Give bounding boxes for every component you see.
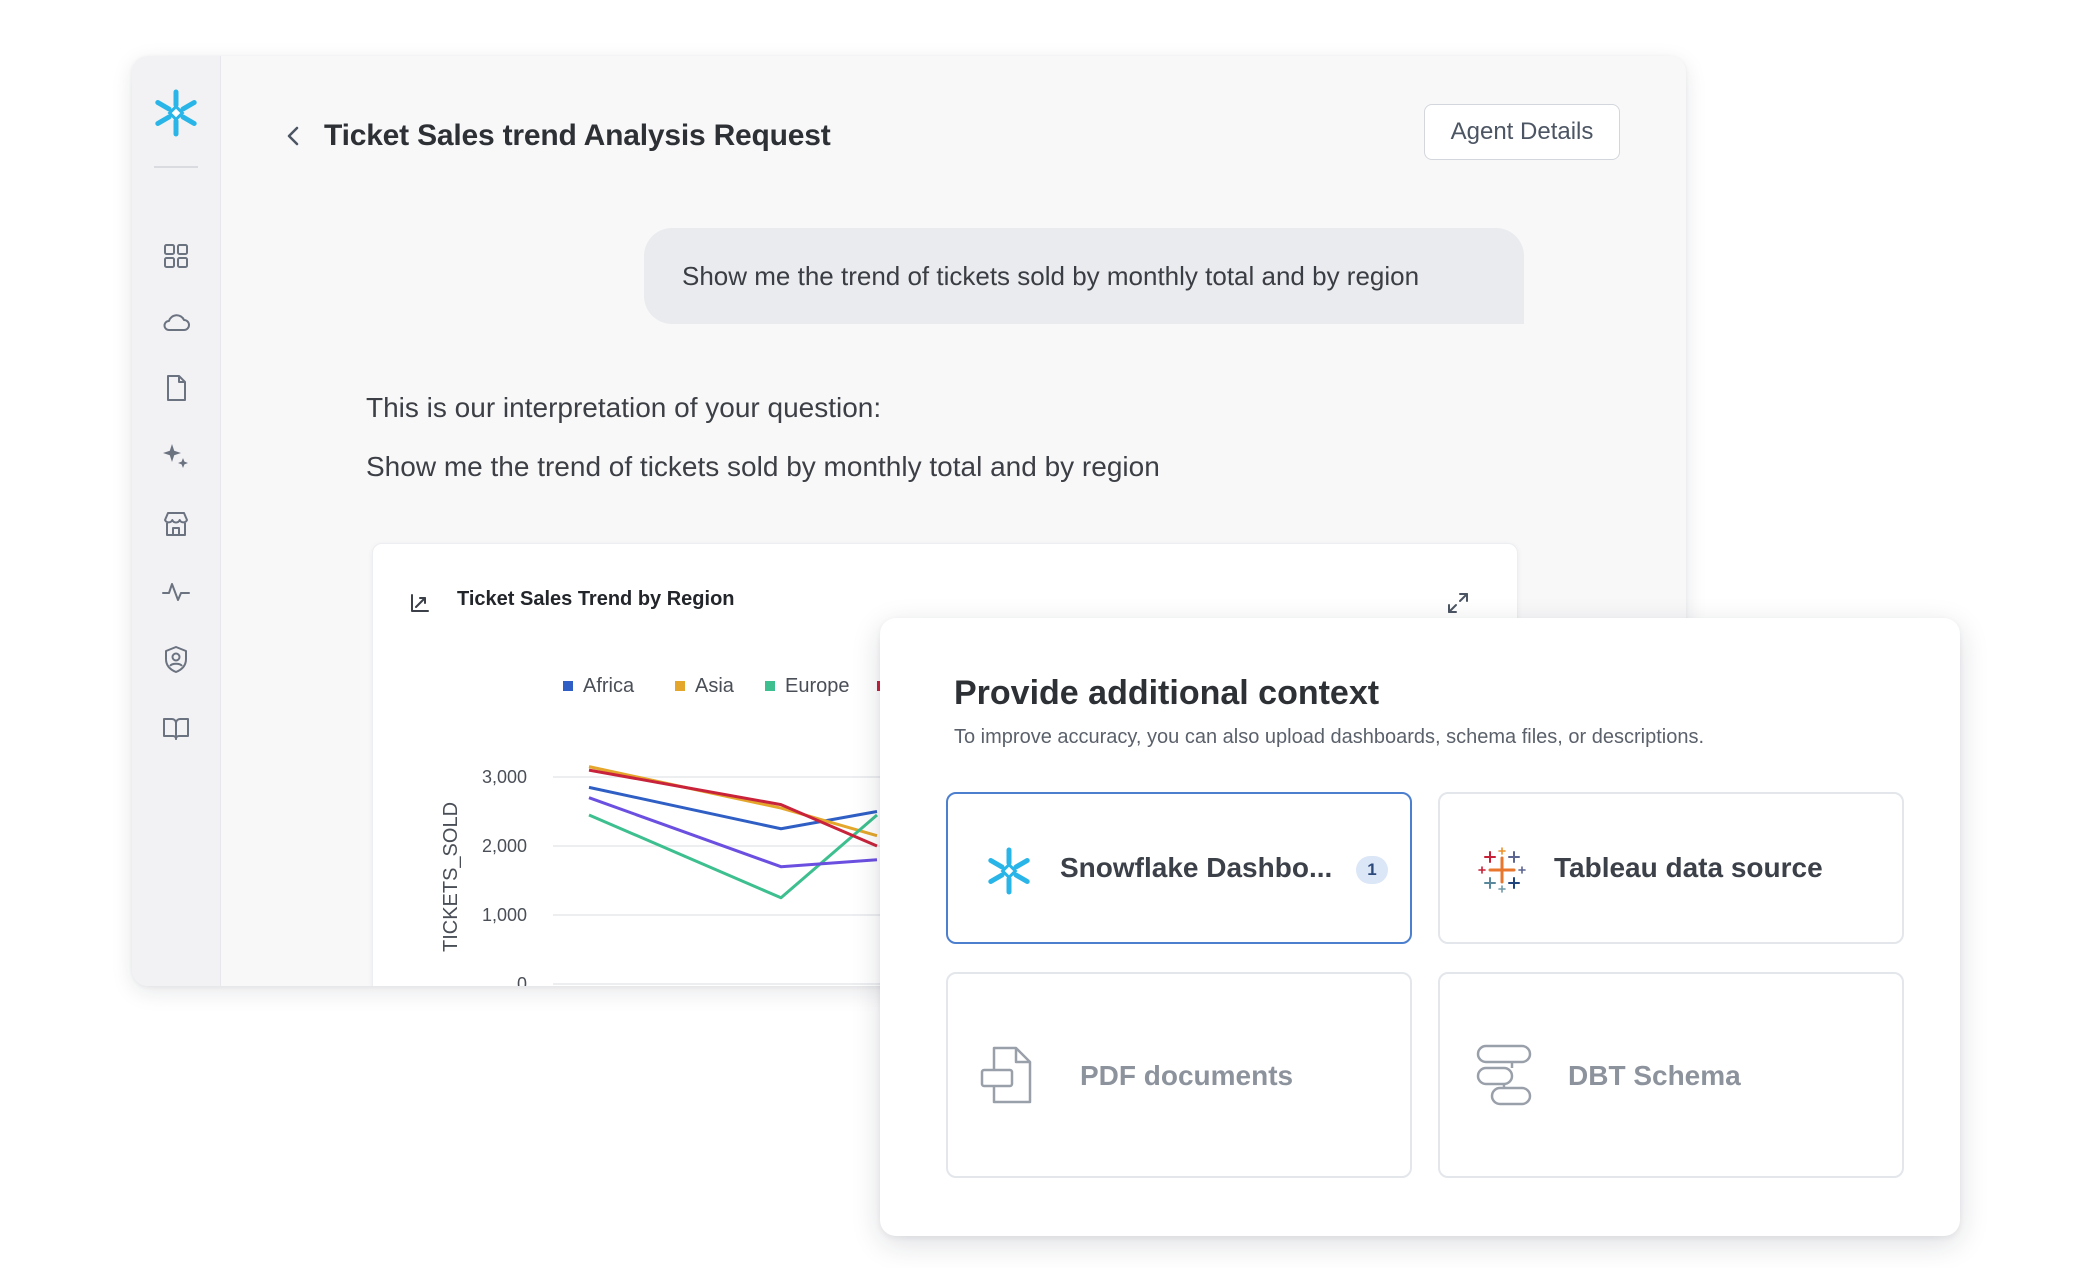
pdf-documents-label: PDF documents [1080, 1060, 1294, 1091]
snowflake-dashboard-label: Snowflake Dashbo... [1060, 852, 1333, 883]
y-axis-label: TICKETS_SOLD [440, 802, 462, 952]
interpretation-label: This is our interpretation of your quest… [366, 392, 882, 423]
y-tick-label: 2,000 [482, 836, 527, 856]
tableau-icon [1478, 847, 1526, 893]
file-icon[interactable] [160, 372, 192, 404]
book-icon[interactable] [160, 712, 192, 744]
activity-icon[interactable] [160, 576, 192, 608]
legend-swatch [675, 681, 685, 691]
snowflake-icon [988, 847, 1030, 895]
grid-icon[interactable] [160, 240, 192, 272]
snowflake-dashboard-card[interactable]: Snowflake Dashbo... 1 [946, 792, 1412, 944]
user-message-bubble: Show me the trend of tickets sold by mon… [644, 228, 1524, 324]
dbt-schema-icon [1476, 1044, 1532, 1106]
pdf-documents-card[interactable]: PDF documents [946, 972, 1412, 1178]
legend-label: Europe [785, 675, 850, 697]
tableau-data-source-label: Tableau data source [1554, 852, 1823, 883]
cloud-icon[interactable] [160, 306, 192, 338]
dbt-schema-label: DBT Schema [1568, 1060, 1741, 1091]
agent-details-button[interactable]: Agent Details [1424, 104, 1620, 160]
interpretation-text: Show me the trend of tickets sold by mon… [366, 451, 1160, 482]
page-title: Ticket Sales trend Analysis Request [324, 119, 831, 152]
pdf-document-icon [980, 1046, 1032, 1104]
y-tick-label: 0 [517, 974, 527, 986]
legend-label: Africa [583, 675, 635, 697]
legend-swatch [765, 681, 775, 691]
sparkle-icon[interactable] [160, 440, 192, 472]
dbt-schema-card[interactable]: DBT Schema [1438, 972, 1904, 1178]
sidebar-divider [154, 166, 198, 168]
context-panel-title: Provide additional context [954, 674, 1380, 712]
legend-label: Asia [695, 675, 735, 697]
y-tick-label: 1,000 [482, 905, 527, 925]
legend-swatch [563, 681, 573, 691]
shield-user-icon[interactable] [160, 644, 192, 676]
tableau-data-source-card[interactable]: Tableau data source [1438, 792, 1904, 944]
back-chevron-icon[interactable] [278, 120, 310, 152]
context-panel-subtitle: To improve accuracy, you can also upload… [954, 726, 1705, 748]
context-panel: Provide additional context To improve ac… [880, 618, 1960, 1236]
y-tick-label: 3,000 [482, 767, 527, 787]
snowflake-logo[interactable] [151, 88, 201, 138]
store-icon[interactable] [160, 508, 192, 540]
count-badge: 1 [1356, 856, 1388, 884]
sidebar [132, 56, 221, 986]
